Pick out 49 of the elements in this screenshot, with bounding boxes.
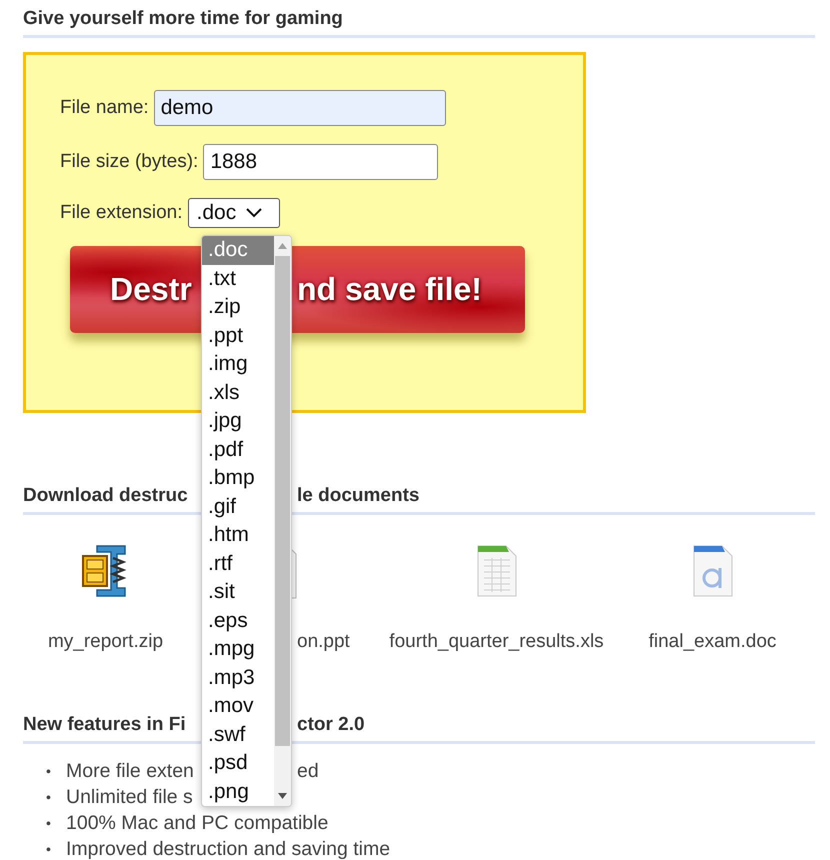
section-heading: ctor 2.0 [297,714,365,736]
dropdown-option[interactable]: .zip [202,293,274,322]
extension-select[interactable]: .doc [188,198,280,228]
dropdown-option[interactable]: .swf [202,720,274,749]
feature-text: Unlimited file s [66,785,193,810]
dropdown-option[interactable]: .eps [202,606,274,635]
dropdown-option[interactable]: .sit [202,578,274,606]
spreadsheet-icon [476,544,518,598]
section-heading: Give yourself more time for gaming [23,8,815,38]
field-label: File extension: [60,202,183,224]
bullet: • [46,788,51,807]
dropdown-option[interactable]: .mov [202,692,274,720]
feature-text: 100% Mac and PC compatible [66,811,328,836]
dropdown-option[interactable]: .doc [202,236,274,264]
dropdown-option[interactable]: .jpg [202,407,274,436]
dropdown-option[interactable]: .png [202,778,274,806]
dropdown-option[interactable]: .htm [202,521,274,550]
file-link[interactable]: my_report.zip [48,631,164,653]
dropdown-option[interactable]: .bmp [202,464,274,492]
dropdown-option[interactable]: .psd [202,749,274,778]
scrollbar-thumb[interactable] [275,256,290,746]
dropdown-option[interactable]: .rtf [202,550,274,578]
section-heading: New features in Fi [23,714,186,736]
dropdown-option[interactable]: .xls [202,378,274,407]
file-link[interactable]: fourth_quarter_results.xls [389,631,604,653]
file-link[interactable]: final_exam.doc [648,631,776,653]
chevron-down-icon [246,208,262,218]
feature-text: ed [297,759,319,784]
section-heading: Download destruc [23,485,188,507]
dropdown-option[interactable]: .gif [202,492,274,521]
dropdown-option[interactable]: .img [202,350,274,378]
scroll-up-icon [278,243,287,249]
bullet: • [46,762,51,781]
field-label: File name: [60,97,149,119]
file-link[interactable]: on.ppt [297,631,350,653]
scrollbar[interactable] [274,236,291,806]
feature-text: More file exten [66,759,194,784]
field-label: File size (bytes): [60,151,198,173]
dropdown-option[interactable]: .txt [202,264,274,293]
dropdown-option[interactable]: .mp3 [202,664,274,692]
bullet: • [46,814,51,833]
bullet: • [46,840,51,859]
dropdown-option[interactable]: .mpg [202,635,274,664]
feature-text: Improved destruction and saving time [66,837,390,860]
scroll-down-icon [278,793,287,799]
section-heading: le documents [297,485,420,507]
text-field[interactable]: demo [154,90,446,126]
text-field[interactable]: 1888 [203,144,438,180]
dropdown-option[interactable]: .pdf [202,436,274,464]
